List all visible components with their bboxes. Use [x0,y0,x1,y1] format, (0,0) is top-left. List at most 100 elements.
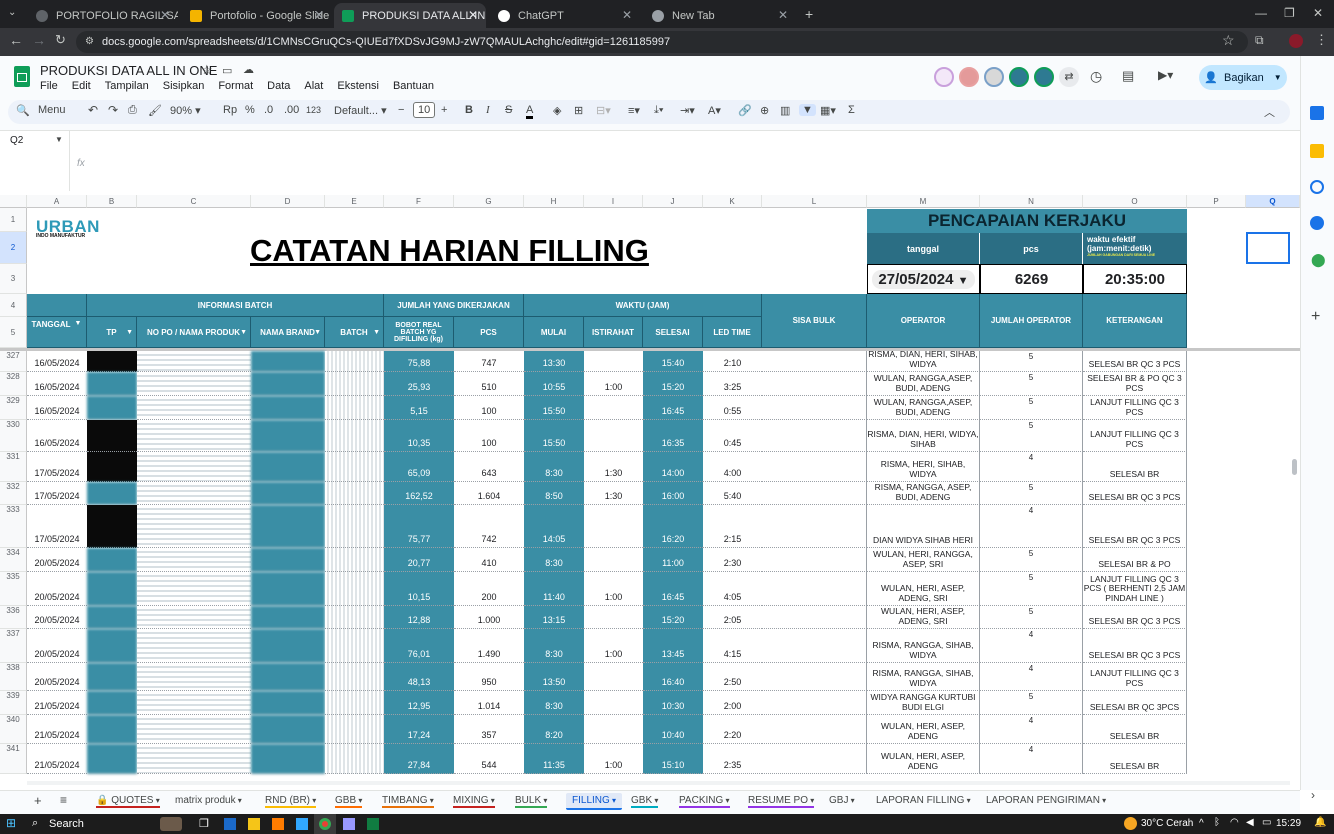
cell-sisa-bulk[interactable] [762,505,867,548]
cell-batch-redacted[interactable] [325,548,384,572]
cell-operator[interactable]: WULAN, HERI, ASEP, ADENG, SRI [867,606,980,629]
cell-sisa-bulk[interactable] [762,691,867,715]
cell-jumlah-operator[interactable]: 4 [980,715,1083,744]
cell-brand-redacted[interactable] [251,396,325,420]
cell-selesai[interactable]: 10:30 [643,691,703,715]
chevron-down-icon[interactable]: ▾ [541,796,547,805]
collaborator-avatar[interactable] [1009,67,1029,87]
volume-icon[interactable]: ◀ [1246,817,1254,828]
menu-help[interactable]: Bantuan [393,80,434,92]
cell-bobot[interactable]: 5,15 [384,396,454,420]
strikethrough-icon[interactable]: S [505,104,512,116]
column-header[interactable]: E [325,195,384,208]
search-icon[interactable]: 🔍 [16,104,30,117]
cell-led-time[interactable]: 2:10 [703,351,762,372]
cell-jumlah-operator[interactable]: 5 [980,396,1083,420]
column-header[interactable]: I [584,195,643,208]
redo-icon[interactable]: ↷ [108,103,118,117]
column-header[interactable]: J [643,195,703,208]
menu-data[interactable]: Data [267,80,290,92]
comment-icon[interactable]: ⊕ [760,104,769,117]
cell-istirahat[interactable]: 1:30 [584,452,643,482]
keep-icon[interactable] [1310,144,1324,158]
cell-tp-redacted[interactable] [87,691,137,715]
cell-brand-redacted[interactable] [251,744,325,774]
menu-insert[interactable]: Sisipkan [163,80,205,92]
document-title[interactable]: PRODUKSI DATA ALL IN ONE [40,63,217,78]
collaborator-avatar[interactable] [959,67,979,87]
cell-pcs[interactable]: 1.000 [454,606,524,629]
row-header[interactable]: 334 [0,548,27,572]
cell-po-redacted[interactable] [137,715,251,744]
cell-po-redacted[interactable] [137,505,251,548]
wifi-icon[interactable]: ◠ [1230,817,1239,828]
row-header[interactable]: 327 [0,351,27,372]
cell-istirahat[interactable] [584,396,643,420]
move-folder-icon[interactable]: ▭ [222,64,232,77]
calendar-icon[interactable] [1310,106,1324,120]
cell-sisa-bulk[interactable] [762,452,867,482]
cell-brand-redacted[interactable] [251,663,325,691]
cell-tanggal[interactable]: 16/05/2024 [27,372,87,396]
name-box[interactable]: Q2 [10,135,23,146]
cell-pcs[interactable]: 1.604 [454,482,524,505]
close-icon[interactable]: ✕ [778,8,788,22]
cell-mulai[interactable]: 8:30 [524,548,584,572]
cell-po-redacted[interactable] [137,482,251,505]
menu-format[interactable]: Format [218,80,253,92]
battery-icon[interactable]: ▭ [1262,817,1271,828]
cell-selesai[interactable]: 13:45 [643,629,703,663]
cell-batch-redacted[interactable] [325,606,384,629]
text-wrap-icon[interactable]: ⇥▾ [680,104,695,117]
cell-pcs[interactable]: 100 [454,420,524,452]
cell-pcs[interactable]: 544 [454,744,524,774]
horizontal-scrollbar[interactable] [27,781,1290,785]
row-header[interactable]: 4 [0,294,27,317]
formula-input[interactable] [90,151,1290,181]
sheets-logo-icon[interactable] [14,66,30,87]
cell-jumlah-operator[interactable]: 4 [980,452,1083,482]
column-header[interactable]: D [251,195,325,208]
cell-istirahat[interactable]: 1:00 [584,572,643,606]
cell-pcs[interactable]: 747 [454,351,524,372]
row-header[interactable]: 341 [0,744,27,774]
filter-dropdown-icon[interactable]: ▼ [314,329,321,336]
cell-sisa-bulk[interactable] [762,572,867,606]
zoom-select[interactable]: 90% ▾ [170,104,201,117]
taskbar-search-icon[interactable]: ⌕ [32,817,38,830]
cell-batch-redacted[interactable] [325,629,384,663]
tray-chevron-icon[interactable]: ^ [1199,818,1204,829]
cell-led-time[interactable]: 4:00 [703,452,762,482]
cell-tp-redacted[interactable] [87,452,137,482]
maximize-icon[interactable]: ❐ [1284,6,1295,20]
row-header[interactable]: 333 [0,505,27,548]
cell-tp-redacted[interactable] [87,351,137,372]
cell-keterangan[interactable]: LANJUT FILLING QC 3 PCS [1083,396,1187,420]
cell-istirahat[interactable] [584,663,643,691]
sheet-tab[interactable]: matrix produk ▾ [175,795,242,806]
more-menu-icon[interactable]: ⋮ [1315,32,1328,48]
cell-batch-redacted[interactable] [325,482,384,505]
cell-tanggal[interactable]: 20/05/2024 [27,606,87,629]
increase-decimal-button[interactable]: .00 [284,104,299,116]
cell-po-redacted[interactable] [137,663,251,691]
cell-brand-redacted[interactable] [251,351,325,372]
cell-mulai[interactable]: 8:30 [524,452,584,482]
text-rotation-icon[interactable]: A▾ [708,104,721,117]
cell-batch-redacted[interactable] [325,691,384,715]
chart-icon[interactable]: ▥ [780,104,790,117]
menu-tools[interactable]: Alat [304,80,323,92]
cell-batch-redacted[interactable] [325,452,384,482]
sheet-tab[interactable]: PACKING ▾ [679,795,730,808]
sheet-tab[interactable]: RESUME PO ▾ [748,795,815,808]
undo-icon[interactable]: ↶ [88,103,98,117]
sheet-tab[interactable]: GBB ▾ [335,795,363,808]
cell-led-time[interactable]: 3:25 [703,372,762,396]
cell-sisa-bulk[interactable] [762,606,867,629]
functions-icon[interactable]: Σ [848,104,855,116]
new-tab-button[interactable]: + [805,6,813,22]
cell-led-time[interactable]: 0:45 [703,420,762,452]
cell-operator[interactable]: WIDYA RANGGA KURTUBI BUDI ELGI [867,691,980,715]
cell-operator[interactable]: WULAN, HERI, ASEP, ADENG, SRI [867,572,980,606]
cell-pcs[interactable]: 410 [454,548,524,572]
